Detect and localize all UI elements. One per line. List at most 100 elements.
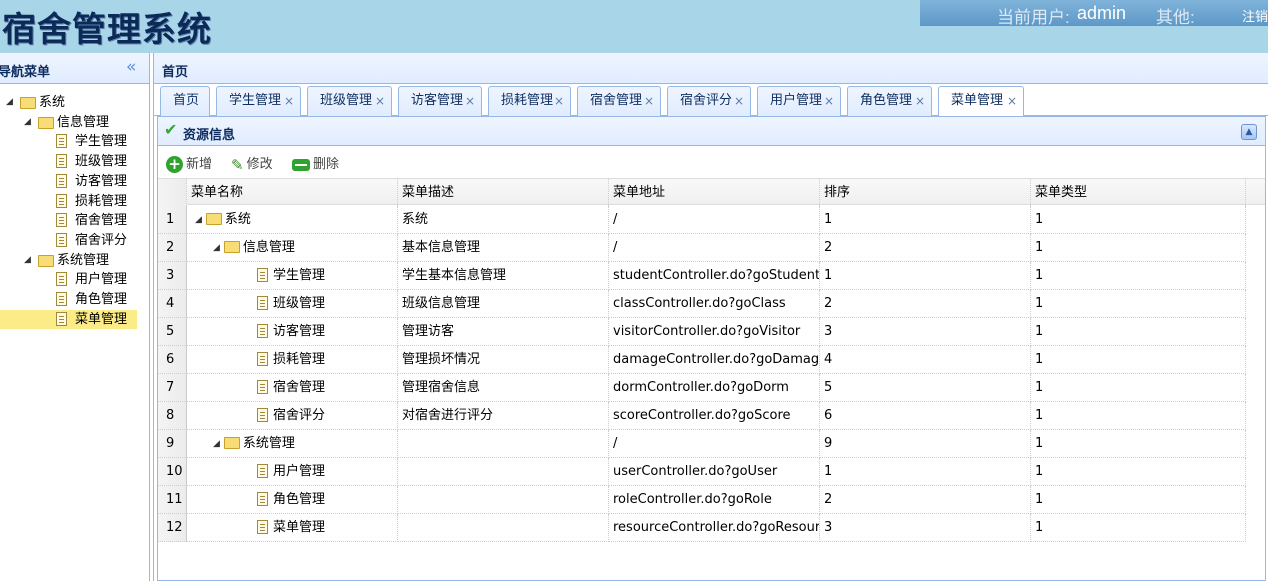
table-row-name[interactable]: 班级管理 (187, 290, 398, 318)
menu-order[interactable]: 3 (820, 514, 1031, 542)
close-icon[interactable]: × (375, 87, 385, 115)
nav-tree-item[interactable]: ◢ 系统 (0, 93, 148, 112)
logout-link[interactable]: 注销 (1242, 6, 1268, 25)
menu-type[interactable]: 1 (1031, 318, 1246, 346)
expand-arrow-icon[interactable]: ◢ (213, 235, 220, 261)
menu-type[interactable]: 1 (1031, 458, 1246, 486)
menu-type[interactable]: 1 (1031, 262, 1246, 290)
menu-description[interactable]: 管理宿舍信息 (398, 374, 609, 402)
tab-item[interactable]: 菜单管理 × (938, 86, 1024, 117)
menu-type[interactable]: 1 (1031, 234, 1246, 262)
table-row-name[interactable]: 学生管理 (187, 262, 398, 290)
edit-button[interactable]: ✎ 修改 (231, 153, 273, 174)
menu-order[interactable]: 1 (820, 262, 1031, 290)
close-icon[interactable]: × (465, 87, 475, 115)
menu-url[interactable]: scoreController.do?goScore (609, 402, 820, 430)
close-icon[interactable]: × (554, 87, 564, 115)
close-icon[interactable]: × (1007, 87, 1017, 115)
tab-item[interactable]: 用户管理 × (757, 86, 841, 116)
menu-description[interactable]: 学生基本信息管理 (398, 262, 609, 290)
menu-order[interactable]: 6 (820, 402, 1031, 430)
menu-description[interactable]: 管理访客 (398, 318, 609, 346)
nav-tree-item[interactable]: 宿舍评分 (0, 231, 148, 250)
menu-url[interactable]: userController.do?goUser (609, 458, 820, 486)
collapse-left-icon[interactable]: « (126, 57, 136, 77)
tab-item[interactable]: 班级管理 × (307, 86, 392, 116)
nav-tree-item[interactable]: 学生管理 (0, 132, 148, 151)
table-row-name[interactable]: ◢ 信息管理 (187, 234, 398, 262)
table-row-name[interactable]: 角色管理 (187, 486, 398, 514)
menu-description[interactable]: 系统 (398, 206, 609, 234)
menu-type[interactable]: 1 (1031, 346, 1246, 374)
menu-order[interactable]: 3 (820, 318, 1031, 346)
nav-tree-item[interactable]: 损耗管理 (0, 192, 148, 211)
menu-order[interactable]: 4 (820, 346, 1031, 374)
menu-type[interactable]: 1 (1031, 290, 1246, 318)
table-row-name[interactable]: ◢ 系统 (187, 206, 398, 234)
menu-url[interactable]: / (609, 430, 820, 458)
add-button[interactable]: + 新增 (166, 153, 212, 173)
menu-order[interactable]: 1 (820, 206, 1031, 234)
menu-order[interactable]: 9 (820, 430, 1031, 458)
close-icon[interactable]: × (915, 87, 925, 115)
table-row-name[interactable]: 菜单管理 (187, 514, 398, 542)
tab-item[interactable]: 宿舍管理 × (577, 86, 661, 116)
collapse-up-icon[interactable]: ▲ (1241, 124, 1257, 140)
close-icon[interactable]: × (824, 87, 834, 115)
menu-type[interactable]: 1 (1031, 514, 1246, 542)
nav-tree-item[interactable]: 班级管理 (0, 152, 148, 171)
menu-url[interactable]: studentController.do?goStudent (609, 262, 820, 290)
table-row-name[interactable]: 宿舍评分 (187, 402, 398, 430)
menu-order[interactable]: 1 (820, 458, 1031, 486)
menu-type[interactable]: 1 (1031, 374, 1246, 402)
menu-description[interactable] (398, 486, 609, 514)
grid-column-header[interactable]: 菜单类型 (1031, 179, 1246, 206)
menu-type[interactable]: 1 (1031, 206, 1246, 234)
expand-arrow-icon[interactable]: ◢ (24, 251, 31, 270)
table-row-name[interactable]: 访客管理 (187, 318, 398, 346)
menu-order[interactable]: 2 (820, 234, 1031, 262)
tab-item[interactable]: 角色管理 × (847, 86, 932, 116)
grid-column-header[interactable]: 菜单名称 (187, 179, 398, 206)
menu-order[interactable]: 2 (820, 290, 1031, 318)
menu-type[interactable]: 1 (1031, 486, 1246, 514)
menu-order[interactable]: 5 (820, 374, 1031, 402)
nav-tree-item[interactable]: 用户管理 (0, 270, 148, 289)
tab-item[interactable]: 学生管理 × (216, 86, 301, 116)
tab-home[interactable]: 首页 (160, 86, 210, 116)
grid-column-header[interactable]: 菜单描述 (398, 179, 609, 206)
menu-url[interactable]: classController.do?goClass (609, 290, 820, 318)
table-row-name[interactable]: 宿舍管理 (187, 374, 398, 402)
tab-item[interactable]: 访客管理 × (398, 86, 482, 116)
expand-arrow-icon[interactable]: ◢ (24, 113, 31, 132)
menu-description[interactable] (398, 514, 609, 542)
nav-tree-item[interactable]: ◢ 信息管理 (0, 113, 148, 132)
expand-arrow-icon[interactable]: ◢ (195, 207, 202, 233)
menu-type[interactable]: 1 (1031, 402, 1246, 430)
close-icon[interactable]: × (644, 87, 654, 115)
menu-description[interactable] (398, 458, 609, 486)
close-icon[interactable]: × (284, 87, 294, 115)
nav-tree-item[interactable]: 访客管理 (0, 172, 148, 191)
nav-tree-item[interactable]: 菜单管理 (0, 309, 137, 329)
nav-tree-item[interactable]: ◢ 系统管理 (0, 251, 148, 270)
menu-url[interactable]: resourceController.do?goResource (609, 514, 820, 542)
menu-description[interactable]: 对宿舍进行评分 (398, 402, 609, 430)
menu-description[interactable]: 管理损坏情况 (398, 346, 609, 374)
tab-item[interactable]: 宿舍评分 × (667, 86, 751, 116)
nav-tree-item[interactable]: 宿舍管理 (0, 211, 148, 230)
menu-description[interactable]: 班级信息管理 (398, 290, 609, 318)
expand-arrow-icon[interactable]: ◢ (213, 431, 220, 457)
table-row-name[interactable]: ◢ 系统管理 (187, 430, 398, 458)
nav-tree-item[interactable]: 角色管理 (0, 290, 148, 309)
expand-arrow-icon[interactable]: ◢ (6, 93, 13, 112)
menu-order[interactable]: 2 (820, 486, 1031, 514)
menu-url[interactable]: / (609, 234, 820, 262)
menu-url[interactable]: / (609, 206, 820, 234)
menu-url[interactable]: roleController.do?goRole (609, 486, 820, 514)
menu-url[interactable]: visitorController.do?goVisitor (609, 318, 820, 346)
menu-url[interactable]: dormController.do?goDorm (609, 374, 820, 402)
menu-url[interactable]: damageController.do?goDamage (609, 346, 820, 374)
grid-column-header[interactable]: 菜单地址 (609, 179, 820, 206)
table-row-name[interactable]: 用户管理 (187, 458, 398, 486)
